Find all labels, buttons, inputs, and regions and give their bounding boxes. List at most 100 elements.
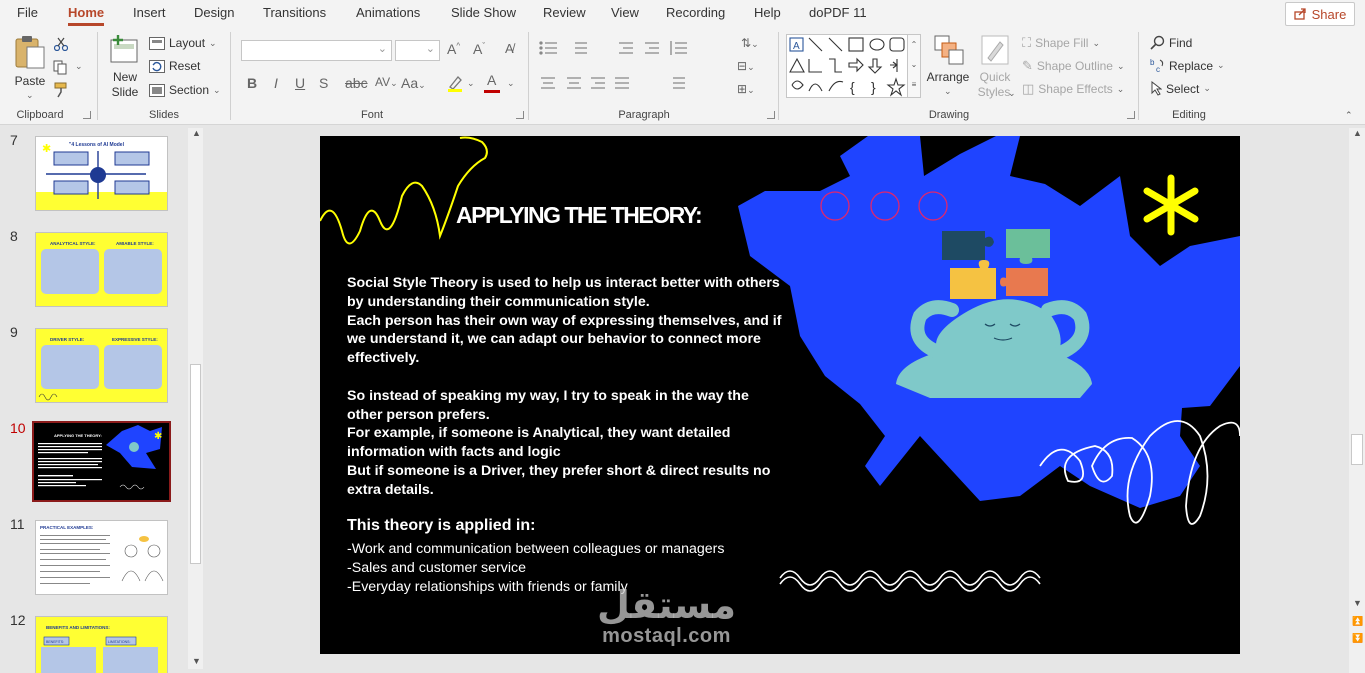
drawing-group-label: Drawing <box>928 109 970 121</box>
tab-design[interactable]: Design <box>194 5 234 20</box>
previous-slide-icon[interactable]: ⏫ <box>1352 616 1363 627</box>
paste-icon <box>15 36 45 69</box>
paint-bucket-icon: ⛶ <box>1022 35 1032 50</box>
shadow-button[interactable]: S <box>319 75 328 91</box>
svg-text:{: { <box>850 79 855 95</box>
new-slide-label-1: New <box>112 70 137 84</box>
tab-animations[interactable]: Animations <box>356 5 420 20</box>
scroll-up-icon[interactable]: ▲ <box>192 128 201 138</box>
font-color-icon[interactable]: A <box>487 72 496 88</box>
font-launcher-icon[interactable] <box>516 111 524 119</box>
increase-font-icon[interactable]: A^ <box>447 41 460 57</box>
scroll-down-icon[interactable]: ▼ <box>192 656 201 666</box>
pen-icon: ✎ <box>1022 58 1033 73</box>
reset-button[interactable]: Reset <box>149 59 200 73</box>
slide-body-text[interactable]: Social Style Theory is used to help us i… <box>347 274 787 500</box>
slide-title[interactable]: APPLYING THE THEORY: <box>456 202 703 229</box>
slide-thumbnail-9[interactable]: DRIVER STYLE: EXPRESSIVE STYLE: <box>35 328 168 403</box>
shape-effects-button[interactable]: ◫ Shape Effects ⌄ <box>1022 81 1124 97</box>
replace-icon: bc <box>1150 58 1164 73</box>
white-wave-decoration <box>779 570 1041 592</box>
share-button[interactable]: Share <box>1285 2 1355 26</box>
clipboard-launcher-icon[interactable] <box>83 111 91 119</box>
paragraph-icons[interactable] <box>537 40 767 100</box>
paste-button[interactable]: Paste ⌄ <box>10 34 50 102</box>
slide-thumbnail-7[interactable]: "4 Lessons of AI Model ✱ <box>35 136 168 211</box>
decrease-font-icon[interactable]: Aˇ <box>473 41 485 57</box>
bold-button[interactable]: B <box>247 75 257 91</box>
new-slide-label-2: Slide <box>111 85 139 99</box>
shape-fill-button[interactable]: ⛶ Shape Fill ⌄ <box>1022 35 1100 51</box>
next-slide-icon[interactable]: ⏬ <box>1352 633 1363 644</box>
layout-icon <box>149 36 165 50</box>
shape-outline-button[interactable]: ✎ Shape Outline ⌄ <box>1022 58 1125 74</box>
smartart-icon[interactable]: ⊞⌄ <box>737 82 755 96</box>
layout-button[interactable]: Layout ⌄ <box>149 36 217 50</box>
underline-button[interactable]: U <box>295 75 305 91</box>
section-label: Section <box>169 83 210 97</box>
tab-insert[interactable]: Insert <box>133 5 166 20</box>
slide-8-right: AMIABLE STYLE: <box>116 241 154 246</box>
find-button[interactable]: Find <box>1150 35 1192 50</box>
slide-number: 8 <box>10 228 18 244</box>
copy-icon[interactable] <box>53 60 69 75</box>
thumbnail-scroll-thumb[interactable] <box>190 364 201 564</box>
slides-group-label: Slides <box>149 109 179 121</box>
italic-button[interactable]: I <box>274 75 278 91</box>
arrange-label: Arrange <box>926 70 970 84</box>
text-direction-icon[interactable]: ⇅⌄ <box>741 36 759 50</box>
replace-button[interactable]: bc Replace ⌄ <box>1150 58 1225 73</box>
tab-help[interactable]: Help <box>754 5 781 20</box>
shapes-scroll[interactable]: ⌃ ⌄ ≡ <box>907 34 921 98</box>
slide-thumbnail-8[interactable]: ANALYTICAL STYLE: AMIABLE STYLE: <box>35 232 168 307</box>
section-button[interactable]: Section ⌄ <box>149 83 221 97</box>
tab-slide-show[interactable]: Slide Show <box>451 5 516 20</box>
scroll-down-icon[interactable]: ▼ <box>1353 598 1362 608</box>
tab-dopdf[interactable]: doPDF 11 <box>809 5 867 20</box>
tab-review[interactable]: Review <box>543 5 586 20</box>
cut-icon[interactable] <box>54 37 68 51</box>
tab-file[interactable]: File <box>17 5 38 20</box>
drawing-launcher-icon[interactable] <box>1127 111 1135 119</box>
select-label: Select <box>1166 81 1200 96</box>
editor-scroll-thumb[interactable] <box>1351 434 1363 465</box>
tab-home[interactable]: Home <box>68 5 105 26</box>
arrange-button[interactable]: Arrange ⌄ <box>925 34 971 104</box>
format-painter-icon[interactable] <box>53 82 69 98</box>
strikethrough-icon[interactable]: abc <box>345 75 368 91</box>
clear-format-icon[interactable]: A̸ <box>505 41 514 56</box>
slide-thumbnail-11[interactable]: PRACTICAL EXAMPLES: <box>35 520 168 595</box>
font-name-combo[interactable] <box>241 40 392 61</box>
align-text-icon[interactable]: ⊟⌄ <box>737 59 755 73</box>
slide-canvas[interactable]: APPLYING THE THEORY: Social Style Theory… <box>320 136 1240 654</box>
collapse-ribbon-icon[interactable]: ⌃ <box>1345 110 1353 121</box>
editor-scrollbar[interactable]: ▲ ▼ ⏫ ⏬ <box>1349 128 1365 673</box>
tab-view[interactable]: View <box>611 5 639 20</box>
cursor-icon <box>1151 81 1162 96</box>
paragraph-launcher-icon[interactable] <box>767 111 775 119</box>
highlight-icon[interactable] <box>447 74 465 92</box>
slide-12-right: LIMITATIONS: <box>108 640 130 644</box>
shapes-gallery[interactable]: A { } <box>786 34 920 98</box>
shapes-gallery-icons: A { } <box>789 37 906 97</box>
slide-11-title: PRACTICAL EXAMPLES: <box>40 525 94 530</box>
applied-in-heading[interactable]: This theory is applied in: <box>347 517 535 535</box>
change-case-icon[interactable]: Aa⌄ <box>401 75 426 91</box>
char-spacing-icon[interactable]: AV⌄ <box>375 75 398 89</box>
list-item: -Everyday relationships with friends or … <box>347 578 628 595</box>
select-button[interactable]: Select ⌄ <box>1150 81 1211 96</box>
new-slide-icon <box>110 35 138 63</box>
tab-recording[interactable]: Recording <box>666 5 725 20</box>
slide-number: 10 <box>10 420 26 436</box>
scroll-up-icon[interactable]: ▲ <box>1353 128 1362 138</box>
slide-number: 12 <box>10 612 26 628</box>
section-icon <box>149 83 165 97</box>
tab-transitions[interactable]: Transitions <box>263 5 326 20</box>
meditating-figure <box>896 299 1092 398</box>
slide-thumbnail-12[interactable]: BENEFITS AND LIMITATIONS: BENEFITS: LIMI… <box>35 616 168 673</box>
new-slide-button[interactable]: New Slide <box>104 34 146 104</box>
slide-thumbnail-10[interactable]: ✱ APPLYING THE THEORY: <box>32 421 171 502</box>
applied-in-list[interactable]: -Work and communication between colleagu… <box>347 540 724 596</box>
thumbnail-scrollbar[interactable]: ▲ ▼ <box>188 128 203 669</box>
font-size-combo[interactable] <box>395 40 440 61</box>
